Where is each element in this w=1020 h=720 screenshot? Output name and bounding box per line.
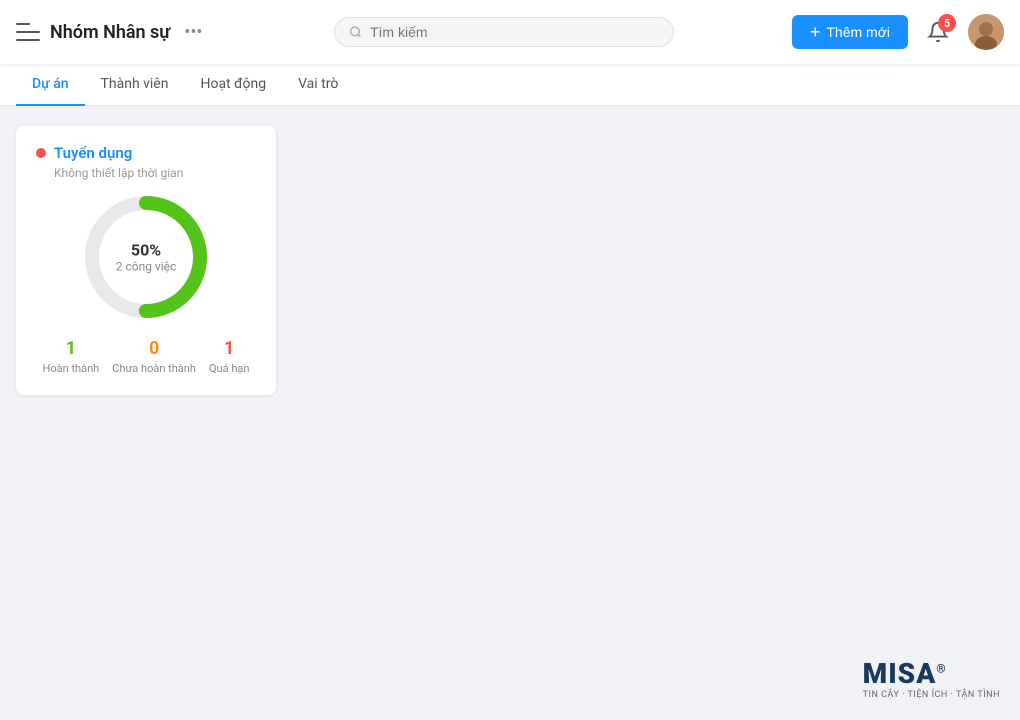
notification-badge: 5 <box>938 14 956 32</box>
donut-center: 50% 2 công việc <box>116 240 177 273</box>
project-card-header: Tuyển dụng <box>36 144 256 162</box>
stat-number-chua-hoan-thanh: 0 <box>112 338 196 360</box>
tab-vai-tro[interactable]: Vai trò <box>282 64 354 106</box>
misa-logo-text: MISA® <box>863 660 1000 688</box>
menu-icon[interactable] <box>16 23 40 41</box>
search-icon <box>349 25 362 39</box>
search-wrapper <box>216 17 792 47</box>
project-time: Không thiết lập thời gian <box>36 166 256 180</box>
stat-label-hoan-thanh: Hoàn thành <box>43 362 100 375</box>
add-new-button[interactable]: + Thêm mới <box>792 15 908 49</box>
avatar-image <box>968 14 1004 50</box>
tab-du-an[interactable]: Dự án <box>16 64 85 106</box>
project-name: Tuyển dụng <box>54 144 132 162</box>
misa-logo: MISA® TIN CẬY · TIỆN ÍCH · TẬN TÌNH <box>863 660 1000 700</box>
stat-chua-hoan-thanh: 0 Chưa hoàn thành <box>112 338 196 375</box>
stat-hoan-thanh: 1 Hoàn thành <box>43 338 100 375</box>
donut-chart: 50% 2 công việc <box>81 192 211 322</box>
page-title: Nhóm Nhân sự <box>50 22 170 43</box>
stat-qua-han: 1 Quá hạn <box>209 338 249 375</box>
stat-number-hoan-thanh: 1 <box>43 338 100 360</box>
tab-hoat-dong[interactable]: Hoạt động <box>184 64 282 106</box>
stat-label-qua-han: Quá hạn <box>209 362 249 375</box>
project-card[interactable]: Tuyển dụng Không thiết lập thời gian 50%… <box>16 126 276 395</box>
avatar[interactable] <box>968 14 1004 50</box>
status-dot <box>36 148 46 158</box>
tabs-bar: Dự án Thành viên Hoạt động Vai trò <box>0 64 1020 106</box>
donut-wrapper: 50% 2 công việc <box>36 192 256 322</box>
header-right: + Thêm mới 5 <box>792 14 1004 50</box>
more-options-icon[interactable]: ••• <box>184 22 202 43</box>
stats-row: 1 Hoàn thành 0 Chưa hoàn thành 1 Quá hạn <box>36 338 256 375</box>
misa-tagline: TIN CẬY · TIỆN ÍCH · TẬN TÌNH <box>863 690 1000 700</box>
tab-thanh-vien[interactable]: Thành viên <box>85 64 185 106</box>
add-button-label: Thêm mới <box>826 24 890 40</box>
search-box <box>334 17 674 47</box>
donut-jobs: 2 công việc <box>116 260 177 274</box>
header-left: Nhóm Nhân sự ••• <box>16 22 216 43</box>
donut-percent: 50% <box>116 240 177 259</box>
plus-icon: + <box>810 23 821 41</box>
header: Nhóm Nhân sự ••• + Thêm mới 5 <box>0 0 1020 64</box>
notification-button[interactable]: 5 <box>920 14 956 50</box>
stat-number-qua-han: 1 <box>209 338 249 360</box>
stat-label-chua-hoan-thanh: Chưa hoàn thành <box>112 362 196 375</box>
main-content: Tuyển dụng Không thiết lập thời gian 50%… <box>0 106 1020 717</box>
search-input[interactable] <box>370 24 659 40</box>
